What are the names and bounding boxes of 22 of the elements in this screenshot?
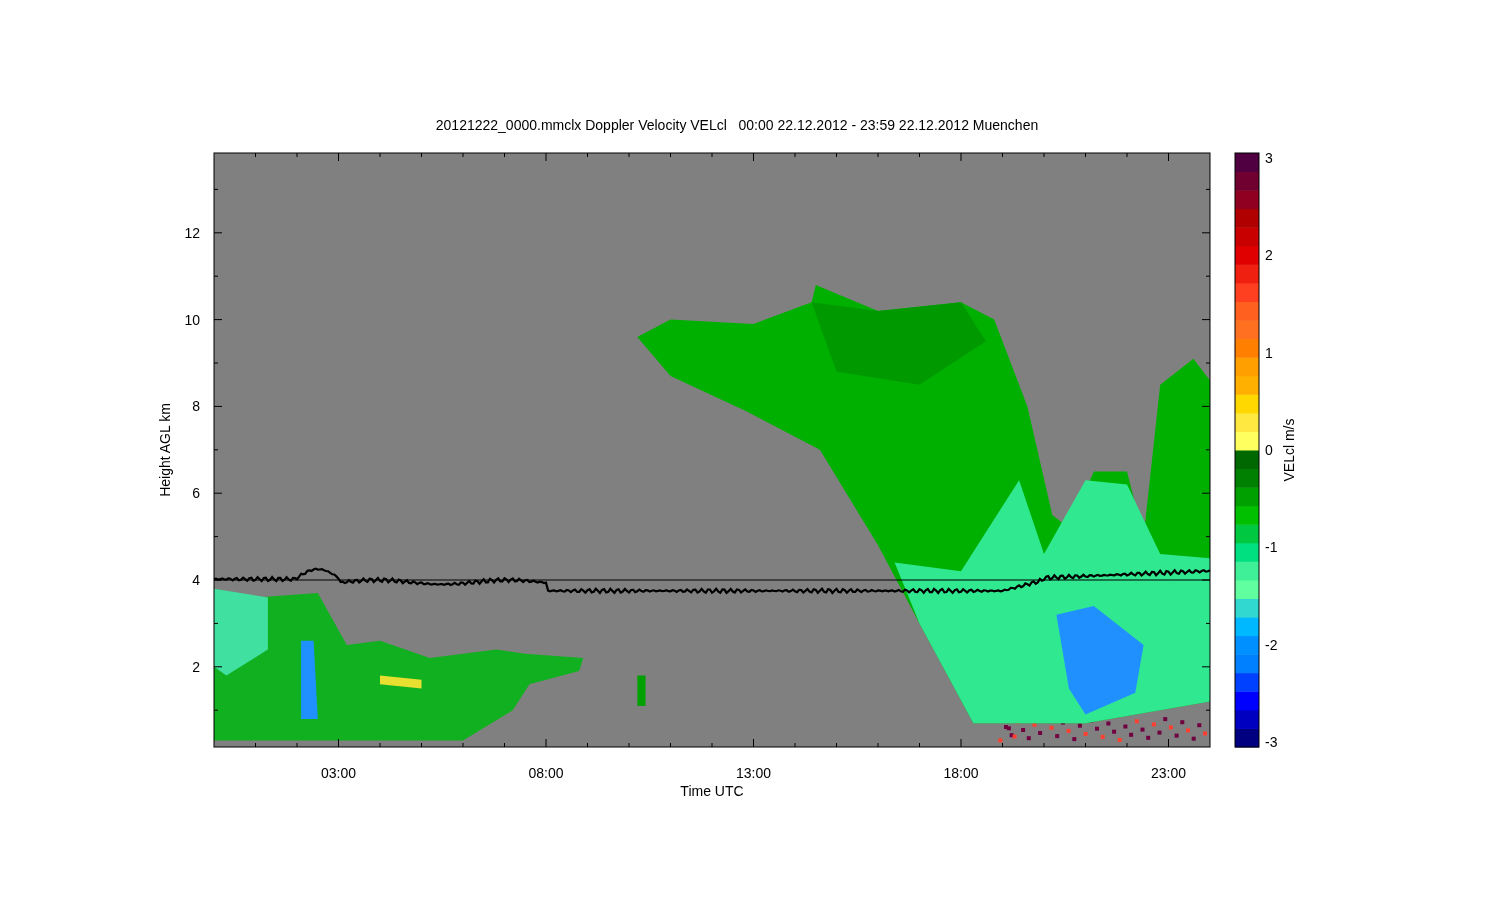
colorbar-tick-label: -1 (1265, 539, 1278, 556)
y-tick-label: 12 (184, 224, 200, 241)
colorbar-tick-label: 1 (1265, 344, 1273, 361)
y-tick-label: 8 (192, 398, 200, 415)
y-tick-label: 2 (192, 658, 200, 675)
colorbar-tick-label: 0 (1265, 441, 1273, 458)
x-tick-label: 23:00 (1151, 765, 1186, 781)
x-axis-label: Time UTC (680, 783, 744, 799)
colorbar-label: VELcl m/s (1281, 418, 1297, 482)
colorbar-tick-label: -2 (1265, 636, 1278, 653)
x-tick-label: 03:00 (321, 765, 356, 781)
colorbar-tick-label: -3 (1265, 733, 1278, 750)
colorbar-tick-label: 3 (1265, 150, 1273, 166)
y-tick-label: 6 (192, 485, 200, 502)
x-tick-label: 18:00 (943, 765, 979, 781)
y-tick-label: 4 (192, 572, 200, 588)
x-tick-label: 13:00 (736, 765, 771, 781)
y-axis-label: Height AGL km (157, 403, 173, 497)
y-tick-label: 10 (184, 311, 200, 328)
x-tick-label: 08:00 (528, 765, 564, 781)
chart-title: 20121222_0000.mmclx Doppler Velocity VELcl 00:00 22.12.2012 - 23:59 22.12.2012 Muenchen (435, 117, 1039, 133)
colorbar-tick-label: 2 (1265, 247, 1273, 264)
